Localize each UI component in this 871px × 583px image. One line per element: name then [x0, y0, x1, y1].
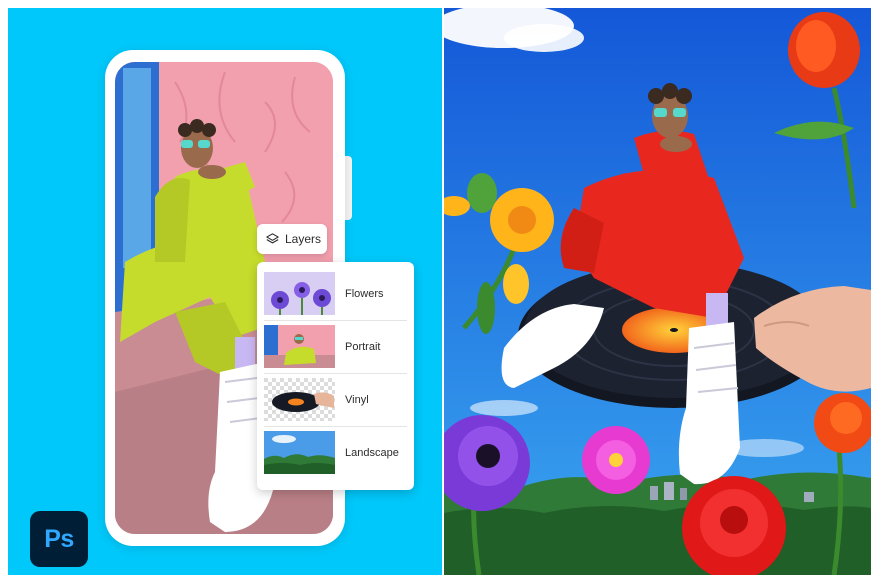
phone-side-button — [345, 156, 352, 220]
layers-icon — [266, 232, 279, 246]
composite-artwork — [444, 8, 871, 575]
portrait-thumbnail — [264, 325, 335, 368]
layer-item-label: Flowers — [345, 287, 384, 300]
landscape-thumbnail — [264, 431, 335, 474]
left-panel-before: Layers Flowers Portrait Vinyl Landscape … — [8, 8, 442, 575]
layer-item-flowers[interactable]: Flowers — [257, 267, 414, 320]
layers-button[interactable]: Layers — [257, 224, 327, 254]
layers-panel: Flowers Portrait Vinyl Landscape — [257, 262, 414, 490]
layer-item-vinyl[interactable]: Vinyl — [257, 373, 414, 426]
vinyl-thumbnail — [264, 378, 335, 421]
photoshop-logo: Ps — [30, 511, 88, 567]
layer-item-landscape[interactable]: Landscape — [257, 426, 414, 479]
right-panel-composite — [444, 8, 871, 575]
image-frame: Layers Flowers Portrait Vinyl Landscape … — [0, 0, 871, 583]
layer-item-label: Portrait — [345, 340, 381, 353]
layer-item-label: Vinyl — [345, 393, 369, 406]
flowers-thumbnail — [264, 272, 335, 315]
layers-button-label: Layers — [285, 232, 322, 246]
layer-item-portrait[interactable]: Portrait — [257, 320, 414, 373]
photoshop-logo-text: Ps — [44, 524, 74, 553]
layer-item-label: Landscape — [345, 446, 399, 459]
